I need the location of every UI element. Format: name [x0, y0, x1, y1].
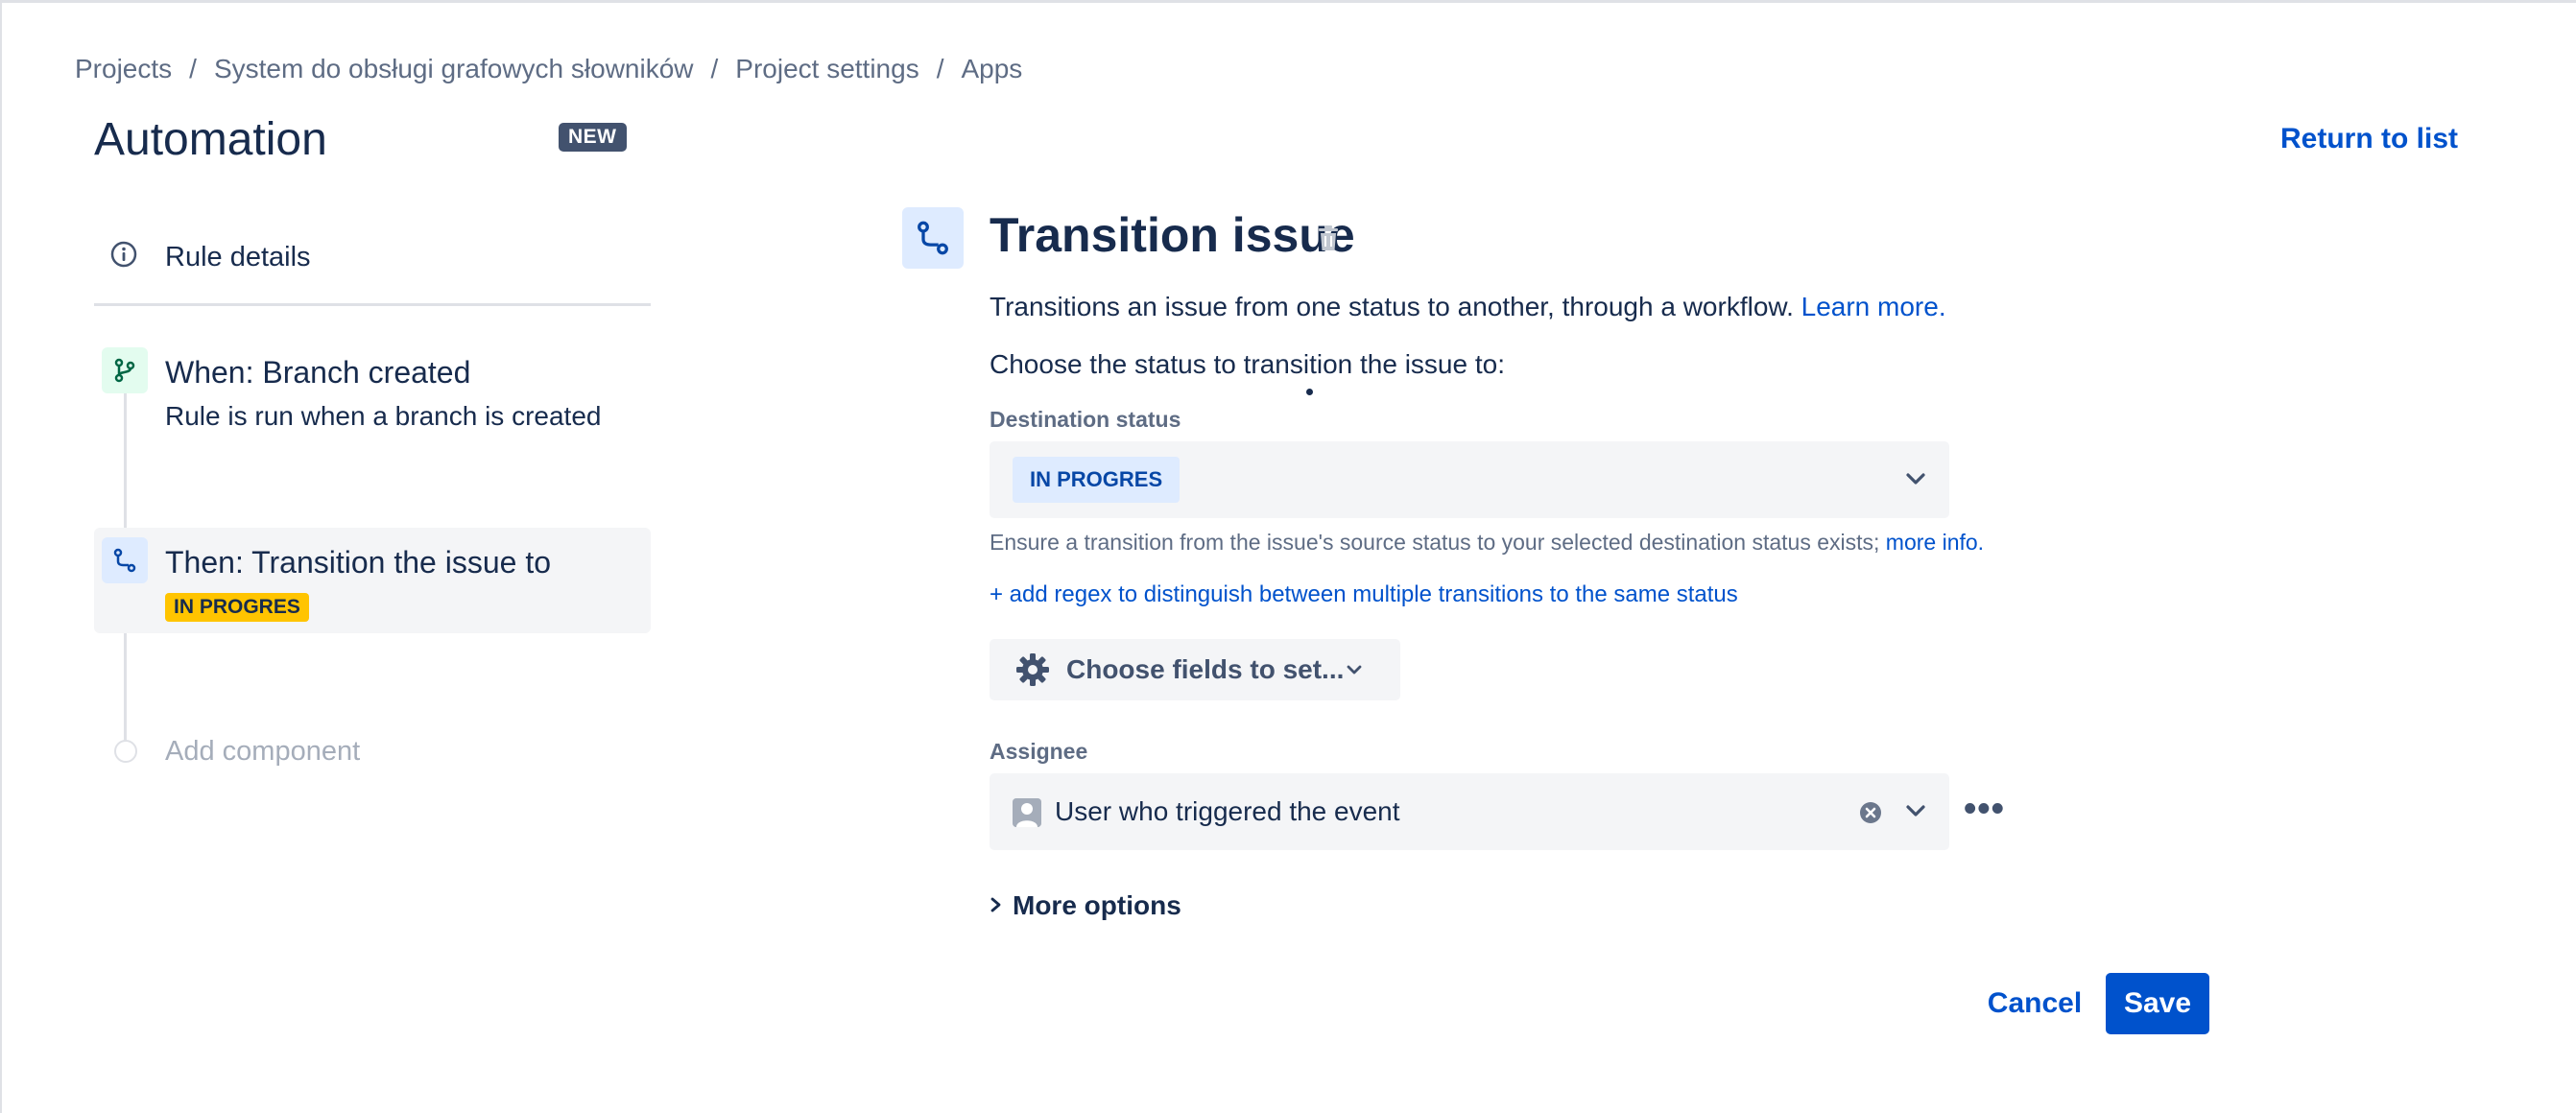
assignee-value: User who triggered the event	[1055, 796, 1400, 826]
transition-icon	[102, 537, 148, 583]
page-title: Automation	[94, 114, 327, 165]
left-border	[0, 0, 2, 1113]
chevron-right-icon	[990, 890, 1003, 921]
more-options-toggle[interactable]: More options	[990, 890, 1181, 921]
more-actions-icon[interactable]: •••	[1964, 791, 2005, 827]
choose-fields-label: Choose fields to set...	[1066, 654, 1345, 684]
breadcrumb-project-settings[interactable]: Project settings	[735, 54, 918, 83]
trash-icon[interactable]	[1317, 225, 1340, 256]
save-button[interactable]: Save	[2106, 973, 2209, 1034]
chevron-down-icon	[1345, 662, 1364, 682]
description-text: Transitions an issue from one status to …	[990, 292, 1794, 321]
gear-icon	[1014, 651, 1051, 693]
more-options-label: More options	[1013, 890, 1181, 920]
destination-hint: Ensure a transition from the issue's sou…	[990, 530, 1984, 556]
destination-status-label: Destination status	[990, 407, 1181, 432]
return-to-list-link[interactable]: Return to list	[2280, 123, 2458, 155]
new-badge: NEW	[559, 123, 627, 152]
breadcrumb-separator: /	[936, 54, 944, 83]
breadcrumb-project-name[interactable]: System do obsługi grafowych słowników	[214, 54, 694, 83]
breadcrumb-apps[interactable]: Apps	[961, 54, 1022, 83]
avatar	[1013, 798, 1041, 827]
cursor-dot	[1306, 389, 1313, 395]
top-border	[0, 0, 2576, 3]
destination-status-value: IN PROGRES	[1013, 457, 1181, 503]
panel-description: Transitions an issue from one status to …	[990, 292, 1946, 322]
rule-details-item[interactable]: Rule details	[94, 228, 651, 305]
info-icon	[109, 240, 138, 273]
chevron-down-icon	[1903, 466, 1928, 496]
hint-text: Ensure a transition from the issue's sou…	[990, 530, 1880, 555]
trigger-subtitle: Rule is run when a branch is created	[165, 401, 602, 431]
chevron-down-icon[interactable]	[1903, 798, 1928, 828]
add-component-circle-icon	[114, 740, 137, 763]
clear-icon[interactable]	[1859, 801, 1882, 829]
assignee-select[interactable]: User who triggered the event	[990, 773, 1949, 850]
branch-icon	[102, 347, 148, 393]
action-status-badge: IN PROGRES	[165, 593, 309, 622]
choose-status-label: Choose the status to transition the issu…	[990, 349, 1505, 379]
add-regex-link[interactable]: + add regex to distinguish between multi…	[990, 581, 1738, 608]
panel-title: Transition issue	[990, 208, 1355, 262]
assignee-label: Assignee	[990, 739, 1088, 764]
transition-issue-icon	[902, 207, 964, 269]
breadcrumb-separator: /	[710, 54, 719, 83]
trigger-title[interactable]: When: Branch created	[165, 355, 470, 391]
cancel-button[interactable]: Cancel	[1977, 973, 2092, 1034]
add-component-button[interactable]: Add component	[165, 736, 360, 768]
rule-details-label: Rule details	[165, 242, 311, 272]
action-title[interactable]: Then: Transition the issue to	[165, 545, 551, 580]
sidebar-divider	[94, 303, 651, 306]
choose-fields-button[interactable]: Choose fields to set...	[990, 639, 1400, 700]
learn-more-link[interactable]: Learn more.	[1801, 292, 1946, 321]
more-info-link[interactable]: more info.	[1886, 530, 1984, 555]
breadcrumb: Projects / System do obsługi grafowych sło…	[75, 54, 1022, 84]
breadcrumb-projects[interactable]: Projects	[75, 54, 172, 83]
breadcrumb-separator: /	[189, 54, 197, 83]
destination-status-select[interactable]: IN PROGRES	[990, 441, 1949, 518]
